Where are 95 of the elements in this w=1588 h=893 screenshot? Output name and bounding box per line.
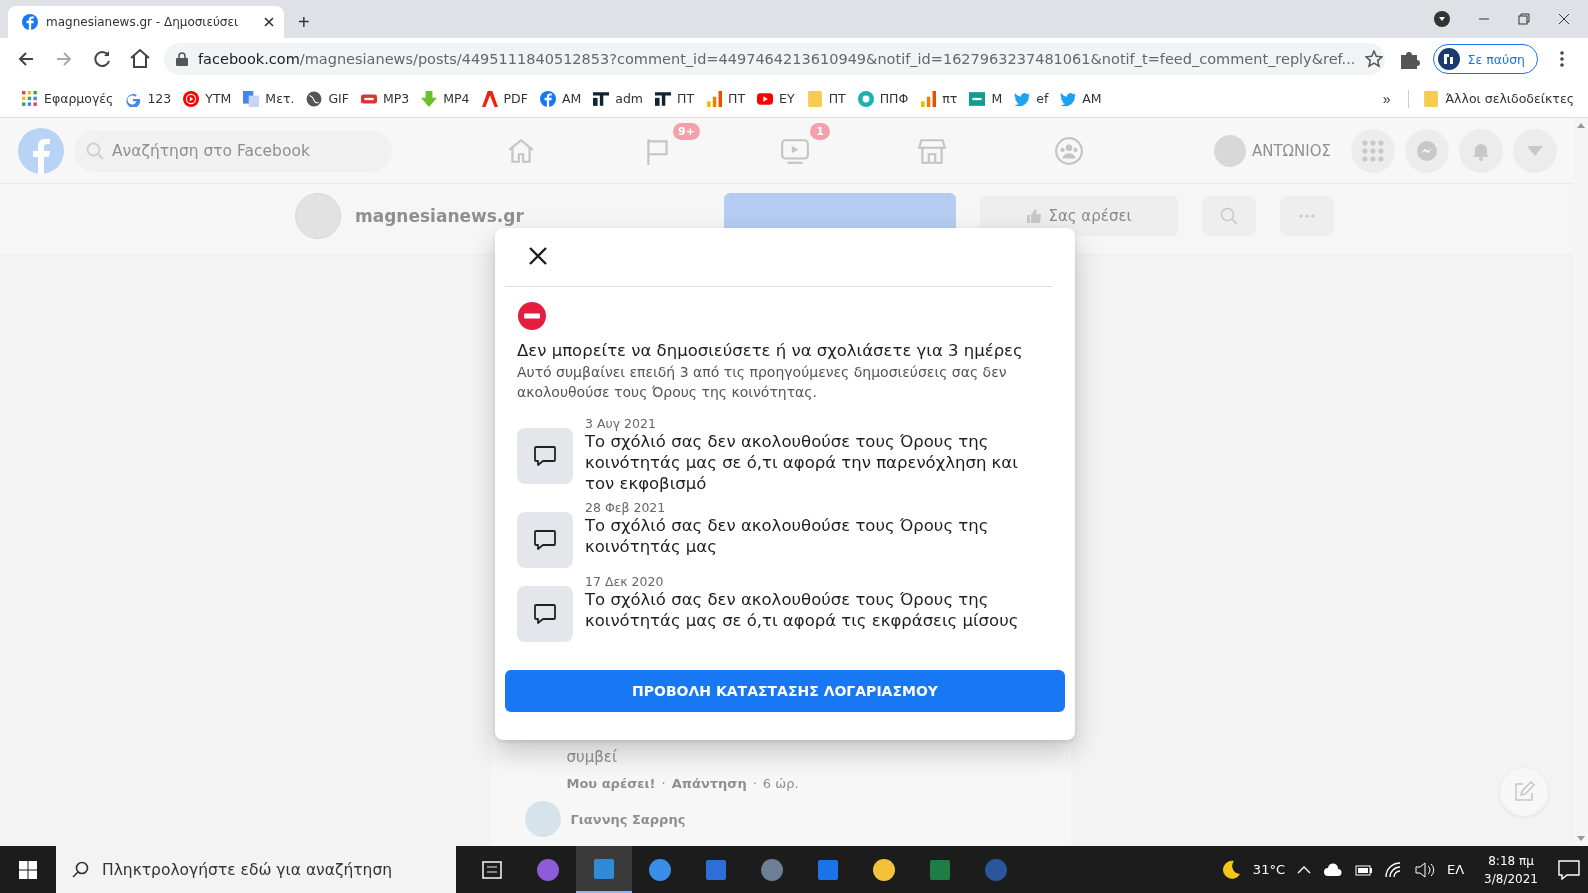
bookmark[interactable]: ef xyxy=(1008,90,1055,107)
notification-badge: 9+ xyxy=(673,122,700,140)
bookmark[interactable]: Εφαρμογές xyxy=(16,90,120,107)
wifi-icon[interactable] xyxy=(1385,861,1403,878)
taskbar-search-field[interactable]: Πληκτρολογήστε εδώ για αναζήτηση xyxy=(56,846,456,893)
tt-logo-icon xyxy=(655,90,671,107)
bookmark[interactable]: AM xyxy=(1054,90,1108,107)
bookmark[interactable]: Μετ. xyxy=(237,90,301,107)
temperature[interactable]: 31°C xyxy=(1252,862,1285,877)
violation-text: Το σχόλιό σας δεν ακολουθούσε τους Όρους της κοινότητάς μας σε ό,τι αφορά την παρενόχληση και τον εκφοβισμό xyxy=(585,431,1019,494)
bar-chart-icon xyxy=(706,90,723,107)
notification-badge: 1 xyxy=(810,122,830,140)
comment-text: συμβεί xyxy=(566,748,618,766)
bookmark[interactable]: PDF xyxy=(475,90,534,107)
search-icon xyxy=(72,860,90,879)
circle-logo-icon xyxy=(857,90,874,107)
language-indicator[interactable]: ΕΛ xyxy=(1447,862,1465,877)
bookmark[interactable]: πτ xyxy=(914,90,964,107)
bookmark-folder[interactable]: Άλλοι σελιδοδείκτες xyxy=(1417,90,1580,107)
comment-icon xyxy=(517,428,573,484)
speaker-icon[interactable] xyxy=(1415,861,1435,878)
bookmark[interactable]: GIF xyxy=(300,90,355,107)
clock[interactable]: 8:18 πμ 3/8/2021 xyxy=(1484,851,1538,888)
dialog-message: Αυτό συμβαίνει επειδή 3 από τις προηγούμενες δημοσιεύσεις σας δεν ακολουθούσε τους Όρους της κοινότητας. xyxy=(517,363,1008,402)
bookmark[interactable]: YTM xyxy=(177,90,238,107)
dialog-title: Δεν μπορείτε να δημοσιεύσετε ή να σχολιάσετε για 3 ημέρες xyxy=(517,341,1024,360)
account-status-button[interactable]: ΠΡΟΒΟΛΗ ΚΑΤΑΣΤΑΣΗΣ ΛΟΓΑΡΙΑΣΜΟΥ xyxy=(505,670,1065,712)
taskbar-app-icon[interactable] xyxy=(576,846,632,893)
messenger-icon xyxy=(1416,139,1438,162)
folder-icon xyxy=(1423,90,1440,107)
violation-date: 28 Φεβ 2021 xyxy=(585,500,667,515)
bookmark[interactable]: MP4 xyxy=(415,90,476,107)
bookmark[interactable]: ΠΤ xyxy=(649,90,701,107)
bar-chart-icon xyxy=(920,90,937,107)
pdf-icon xyxy=(481,90,498,107)
bookmark[interactable]: adm xyxy=(587,90,649,107)
bookmark[interactable]: ΕΥ xyxy=(751,90,801,107)
bookmark[interactable]: MP3 xyxy=(354,90,416,107)
caret-icon xyxy=(1527,145,1543,156)
browser-tab[interactable]: magnesianews.gr - Δημοσιεύσει xyxy=(8,6,284,38)
thumbs-up-icon xyxy=(1026,208,1043,224)
notifications-icon[interactable] xyxy=(1558,859,1580,880)
more-horizontal-icon xyxy=(1299,214,1315,218)
close-icon[interactable] xyxy=(1558,13,1570,25)
play-circle-icon xyxy=(183,90,200,107)
facebook-icon xyxy=(22,14,38,30)
bookmark[interactable]: M xyxy=(963,90,1009,107)
comment-time: 6 ώρ. xyxy=(762,776,799,791)
chevron-up-icon[interactable] xyxy=(1297,865,1311,874)
translate-icon xyxy=(243,90,260,107)
no-entry-icon xyxy=(517,301,547,331)
sheet-icon xyxy=(969,90,986,107)
lock-icon xyxy=(176,52,188,66)
windows-logo-icon xyxy=(19,860,37,879)
bookmark[interactable]: 123 xyxy=(119,90,178,107)
scroll-down-icon[interactable] xyxy=(1576,836,1585,842)
globe-icon xyxy=(306,90,323,107)
facebook-icon xyxy=(539,90,556,107)
logo-icon xyxy=(1437,48,1460,70)
bookmark[interactable]: ΠΤ xyxy=(700,90,752,107)
violation-text: Το σχόλιό σας δεν ακολουθούσε τους Όρους της κοινότητάς μας σε ό,τι αφορά τις εκφράσεις μίσους xyxy=(585,589,1020,631)
close-icon xyxy=(528,246,548,266)
separator-dot: · xyxy=(752,776,757,791)
folder-icon xyxy=(806,90,823,107)
comment-icon xyxy=(517,512,573,568)
profile-menu-icon[interactable] xyxy=(1434,11,1450,27)
down-arrow-icon xyxy=(421,90,438,107)
star-icon[interactable] xyxy=(1365,50,1384,68)
violation-text: Το σχόλιό σας δεν ακολουθούσε τους Όρους της κοινότητάς μας xyxy=(585,515,990,557)
compose-icon xyxy=(1513,781,1535,803)
search-icon xyxy=(86,141,104,160)
moon-icon xyxy=(1220,859,1241,880)
battery-icon[interactable] xyxy=(1355,863,1373,876)
more-bookmarks-button[interactable]: » xyxy=(1372,90,1401,107)
scroll-up-icon[interactable] xyxy=(1576,122,1585,128)
search-icon xyxy=(1220,207,1238,225)
separator-dot: · xyxy=(661,776,666,791)
apps-grid-icon xyxy=(22,90,38,107)
address-bar[interactable]: facebook.com/magnesianews/posts/4495111840512853?comment_id=4497464213610949&notif_id=1627963237481061&notif_t=feed_comment_reply&ref... xyxy=(164,43,1385,75)
restore-icon[interactable] xyxy=(1518,13,1530,25)
bookmark[interactable]: ΠΤ xyxy=(800,90,852,107)
bookmark[interactable]: ΠΠΦ xyxy=(851,90,915,107)
grid-icon xyxy=(1362,139,1384,162)
violation-date: 17 Δεκ 2020 xyxy=(585,574,665,589)
cloud-icon[interactable] xyxy=(1323,862,1343,877)
bookmark[interactable]: AM xyxy=(533,90,588,107)
youtube-icon xyxy=(757,90,774,107)
tt-logo-icon xyxy=(593,90,610,107)
profile-button[interactable]: Σε παύση xyxy=(1432,44,1538,74)
bird-icon xyxy=(1014,90,1031,107)
new-tab-button[interactable]: + xyxy=(298,12,310,32)
violation-date: 3 Αυγ 2021 xyxy=(585,416,657,431)
comment-icon xyxy=(517,586,573,642)
close-icon[interactable] xyxy=(264,17,274,27)
bird-icon xyxy=(1060,90,1077,107)
